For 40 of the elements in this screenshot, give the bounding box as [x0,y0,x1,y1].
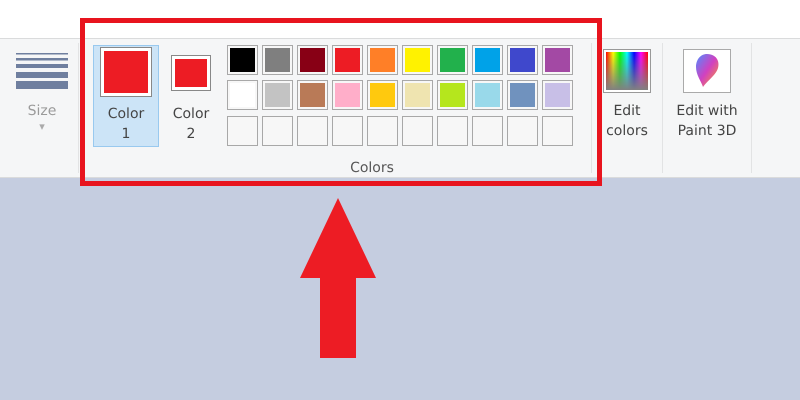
color-swatch[interactable] [297,80,328,110]
color-swatch[interactable] [262,45,293,75]
color-swatch[interactable] [227,45,258,75]
empty-swatch[interactable] [402,116,433,146]
color-swatch[interactable] [402,45,433,75]
color-spectrum-icon [603,49,651,93]
drop-icon [683,49,731,93]
empty-swatch[interactable] [332,116,363,146]
color-swatch[interactable] [297,45,328,75]
caret-icon: ▾ [39,121,45,132]
color-swatch[interactable] [262,80,293,110]
color-swatch[interactable] [542,45,573,75]
empty-swatch[interactable] [227,116,258,146]
empty-swatch[interactable] [367,116,398,146]
color-button[interactable]: Color 2 [165,45,217,147]
empty-swatch[interactable] [472,116,503,146]
color-swatch[interactable] [507,45,538,75]
color-swatch[interactable] [542,80,573,110]
color-swatch[interactable] [367,45,398,75]
color-swatch[interactable] [367,80,398,110]
edit-colors-button[interactable]: Edit colors [592,39,662,177]
color-swatch[interactable] [437,80,468,110]
group-label: Colors [350,160,394,176]
color-swatch[interactable] [437,45,468,75]
empty-swatch[interactable] [262,116,293,146]
color-swatch[interactable] [472,80,503,110]
color-swatch[interactable] [332,45,363,75]
edit-with-paint-3d-button[interactable]: Edit with Paint 3D [663,39,751,177]
color-swatch[interactable] [507,80,538,110]
line-width-icon [16,53,68,89]
empty-swatch[interactable] [437,116,468,146]
color-swatch[interactable] [402,80,433,110]
color-swatch[interactable] [472,45,503,75]
color-swatch[interactable] [332,80,363,110]
color-button[interactable]: Color 1 [93,45,159,147]
empty-swatch[interactable] [507,116,538,146]
size-label: Size [28,103,56,119]
color-swatch[interactable] [227,80,258,110]
empty-swatch[interactable] [297,116,328,146]
empty-swatch[interactable] [542,116,573,146]
